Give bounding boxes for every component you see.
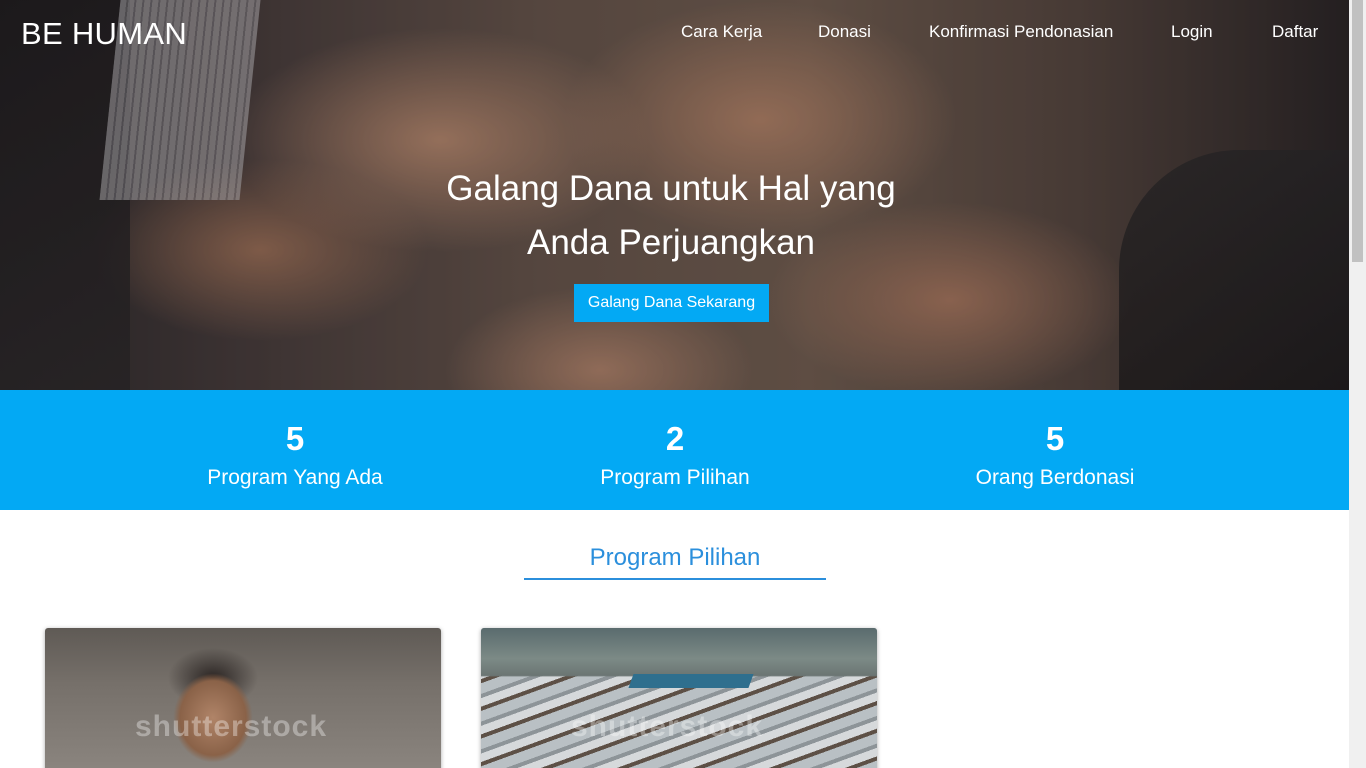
page: BE HUMAN Cara Kerja Donasi Konfirmasi Pe… [0, 0, 1349, 768]
nav-cara-kerja[interactable]: Cara Kerja [681, 22, 762, 42]
nav-konfirmasi-pendonasian[interactable]: Konfirmasi Pendonasian [929, 22, 1113, 42]
image-roof-detail [628, 674, 754, 688]
watermark-text: shutterstock [571, 710, 764, 743]
program-card[interactable]: shutterstock [45, 628, 441, 768]
watermark-text: shutterstock [135, 710, 328, 743]
brand-logo[interactable]: BE HUMAN [21, 16, 187, 52]
galang-dana-button[interactable]: Galang Dana Sekarang [574, 284, 769, 322]
nav-login[interactable]: Login [1171, 22, 1213, 42]
stat-number: 5 [285, 420, 305, 457]
section-title: Program Pilihan [589, 544, 761, 571]
hero-title-line-1: Galang Dana untuk Hal yang [446, 169, 896, 208]
section-underline [524, 578, 826, 580]
vertical-scrollbar[interactable] [1349, 0, 1366, 768]
program-card-image [481, 628, 877, 768]
stat-number: 2 [665, 420, 685, 457]
hero-banner: BE HUMAN Cara Kerja Donasi Konfirmasi Pe… [0, 0, 1349, 390]
stat-label: Program Yang Ada [207, 466, 383, 489]
hero-title: Galang Dana untuk Hal yang Anda Perjuang… [371, 162, 971, 270]
nav-donasi[interactable]: Donasi [818, 22, 871, 42]
hero-title-line-2: Anda Perjuangkan [527, 223, 815, 262]
scrollbar-thumb[interactable] [1352, 0, 1363, 262]
program-card[interactable]: shutterstock [481, 628, 877, 768]
program-card-image [45, 628, 441, 768]
stat-label: Program Pilihan [600, 466, 750, 489]
stats-bar: 5 Program Yang Ada 2 Program Pilihan 5 O… [0, 390, 1349, 510]
stat-label: Orang Berdonasi [975, 466, 1135, 489]
nav-daftar[interactable]: Daftar [1272, 22, 1318, 42]
stat-number: 5 [1045, 420, 1065, 457]
